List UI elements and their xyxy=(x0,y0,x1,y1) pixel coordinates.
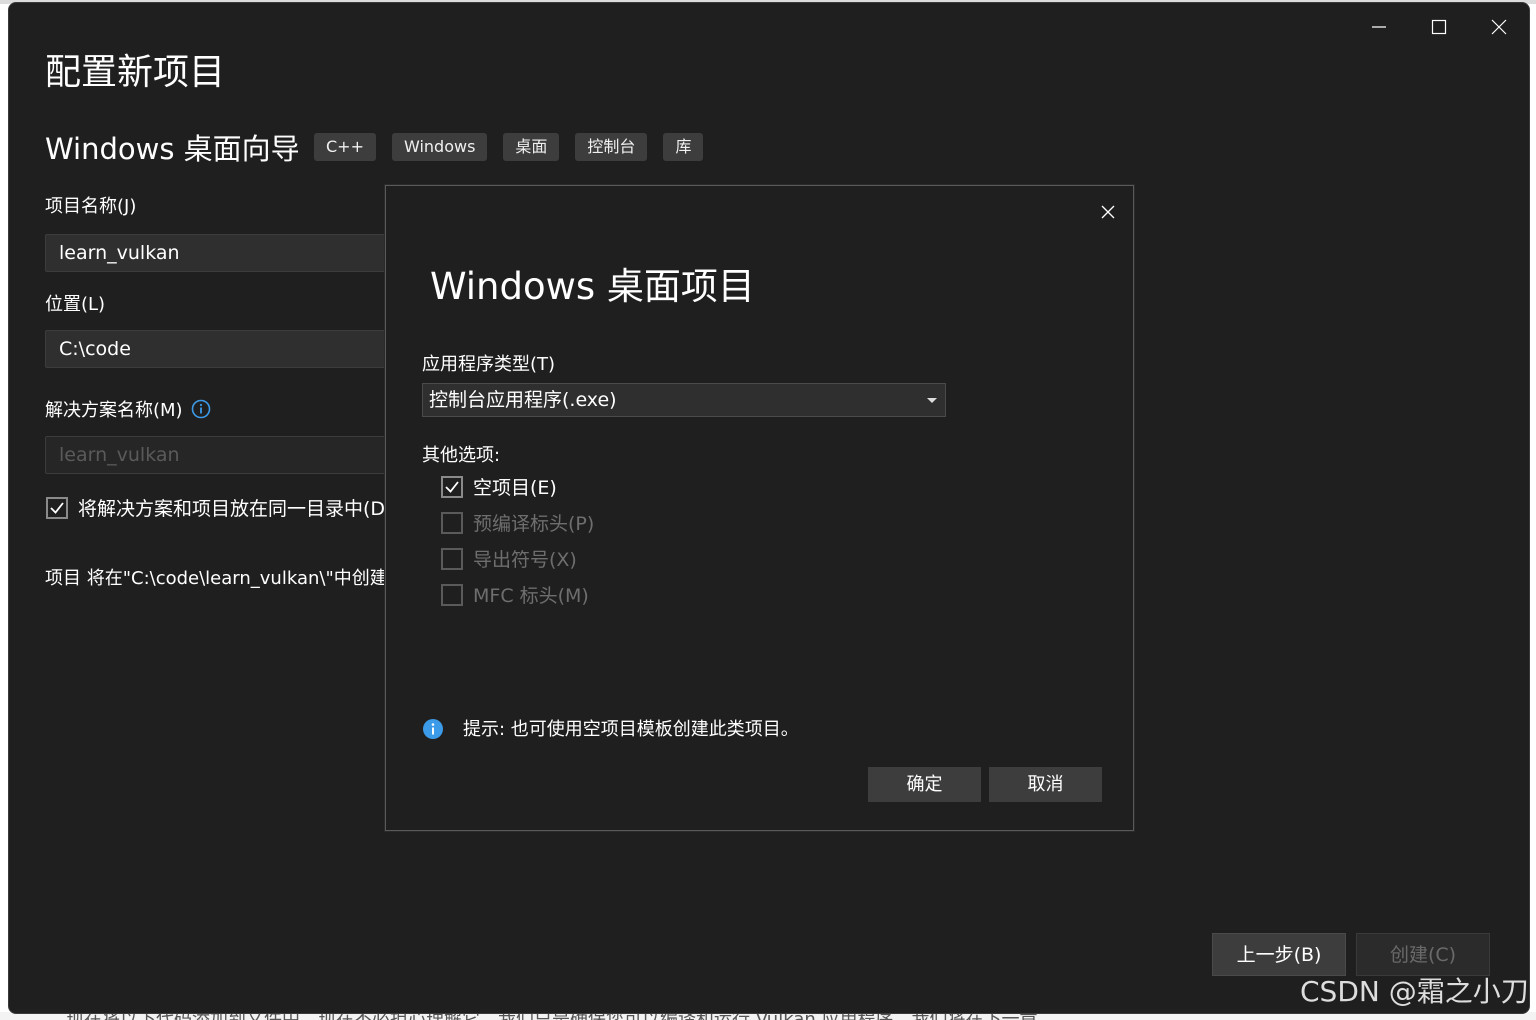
maximize-icon xyxy=(1431,19,1447,35)
location-input[interactable]: C:\code xyxy=(45,330,405,368)
close-icon xyxy=(1491,19,1507,35)
info-icon xyxy=(422,718,444,744)
tag-cpp: C++ xyxy=(314,133,376,161)
same-directory-checkbox[interactable] xyxy=(46,497,68,519)
tag-windows: Windows xyxy=(391,133,488,161)
minimize-icon xyxy=(1372,26,1386,28)
solution-name-label: 解决方案名称(M) xyxy=(45,400,183,421)
dialog-title: Windows 桌面项目 xyxy=(430,265,755,308)
close-icon xyxy=(1101,205,1115,219)
close-window-button[interactable] xyxy=(1470,3,1528,51)
back-button[interactable]: 上一步(B) xyxy=(1212,933,1346,976)
other-options-label: 其他选项: xyxy=(422,445,501,466)
app-type-select[interactable]: 控制台应用程序(.exe) xyxy=(422,383,946,417)
watermark: CSDN @霜之小刀 xyxy=(1300,975,1529,1008)
precompiled-header-label: 预编译标头(P) xyxy=(473,513,595,535)
windows-desktop-project-dialog: Windows 桌面项目 应用程序类型(T) 控制台应用程序(.exe) 其他选… xyxy=(385,185,1134,831)
template-tags: C++ Windows 桌面 控制台 库 xyxy=(314,133,704,161)
project-name-label: 项目名称(J) xyxy=(45,196,137,217)
project-name-input[interactable]: learn_vulkan xyxy=(45,234,405,272)
export-symbols-label: 导出符号(X) xyxy=(473,549,577,571)
info-icon[interactable] xyxy=(191,399,211,423)
ok-button[interactable]: 确定 xyxy=(868,767,981,802)
mfc-header-label: MFC 标头(M) xyxy=(473,585,589,607)
precompiled-header-checkbox xyxy=(441,512,463,534)
page-title: 配置新项目 xyxy=(45,52,226,93)
tag-library: 库 xyxy=(663,133,704,161)
hint-text: 提示: 也可使用空项目模板创建此类项目。 xyxy=(463,719,799,740)
app-type-label: 应用程序类型(T) xyxy=(422,354,556,375)
empty-project-checkbox[interactable] xyxy=(441,476,463,498)
dialog-close-button[interactable] xyxy=(1096,200,1120,224)
mfc-header-checkbox xyxy=(441,584,463,606)
create-path-text: 项目 将在"C:\code\learn_vulkan\"中创建 xyxy=(45,568,388,589)
maximize-button[interactable] xyxy=(1410,3,1468,51)
tag-console: 控制台 xyxy=(575,133,648,161)
tag-desktop: 桌面 xyxy=(503,133,560,161)
checkmark-icon xyxy=(445,481,459,493)
export-symbols-checkbox xyxy=(441,548,463,570)
solution-name-input: learn_vulkan xyxy=(45,436,405,474)
app-type-value: 控制台应用程序(.exe) xyxy=(429,389,617,411)
cancel-button[interactable]: 取消 xyxy=(989,767,1102,802)
minimize-button[interactable] xyxy=(1350,3,1408,51)
checkmark-icon xyxy=(50,502,64,514)
create-button[interactable]: 创建(C) xyxy=(1356,933,1490,976)
template-subtitle: Windows 桌面向导 xyxy=(45,132,300,166)
empty-project-label: 空项目(E) xyxy=(473,477,557,499)
chevron-down-icon xyxy=(927,398,937,403)
same-directory-label: 将解决方案和项目放在同一目录中(D) xyxy=(78,498,393,520)
location-label: 位置(L) xyxy=(45,294,106,315)
